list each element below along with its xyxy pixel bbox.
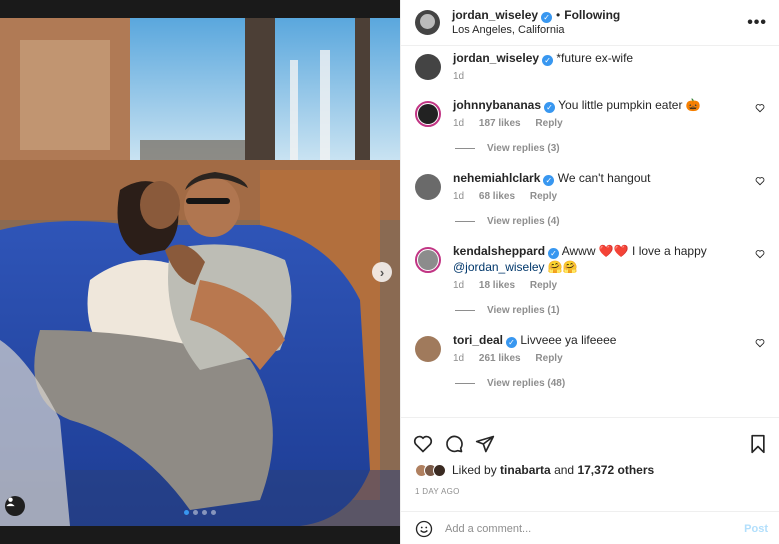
heart-icon[interactable] [755, 249, 765, 259]
post-location[interactable]: Los Angeles, California [452, 23, 747, 38]
caption-text: *future ex-wife [556, 51, 634, 65]
likes-summary: Liked by tinabarta and 17,372 others [401, 463, 779, 477]
reply-button[interactable]: Reply [530, 280, 557, 291]
avatar[interactable] [415, 247, 441, 273]
view-replies-button[interactable]: View replies (48) [455, 378, 765, 389]
comment-username[interactable]: jordan_wiseley [453, 51, 539, 65]
comment-username[interactable]: nehemiahlclark [453, 171, 540, 185]
comment-item: tori_deal ✓ Livveee ya lifeeee 1d 261 lik… [415, 332, 765, 364]
user-tags-button[interactable] [5, 496, 25, 516]
comment-likes[interactable]: 261 likes [479, 353, 521, 364]
comment-icon[interactable] [444, 434, 464, 454]
carousel-dot [211, 510, 216, 515]
author-username[interactable]: jordan_wiseley [452, 8, 538, 22]
comment-item: nehemiahlclark ✓ We can't hangout 1d 68 l… [415, 170, 765, 202]
post-side-panel: jordan_wiseley ✓ • Following Los Angeles, C… [400, 0, 779, 544]
verified-badge-icon: ✓ [548, 248, 560, 259]
heart-icon[interactable] [755, 338, 765, 348]
post-header: jordan_wiseley ✓ • Following Los Angeles, C… [401, 0, 779, 46]
carousel-dot [202, 510, 207, 515]
author-avatar[interactable] [415, 10, 440, 35]
avatar[interactable] [415, 101, 441, 127]
comment-time: 1d [453, 280, 465, 291]
like-heart-icon[interactable] [413, 434, 433, 454]
liker-avatars [415, 463, 446, 477]
verified-badge-icon: ✓ [542, 55, 554, 66]
avatar [433, 463, 446, 477]
verified-badge-icon: ✓ [544, 102, 556, 113]
verified-badge-icon: ✓ [506, 337, 518, 348]
action-bar [401, 418, 779, 458]
chevron-right-icon: › [379, 264, 385, 280]
comment-text: You little pumpkin eater 🎃 [558, 98, 701, 112]
add-comment-input[interactable] [445, 522, 745, 535]
add-comment-bar: Post [401, 511, 779, 544]
mention-link[interactable]: @jordan_wiseley [453, 260, 545, 274]
comment-time: 1d [453, 191, 465, 202]
reply-button[interactable]: Reply [530, 191, 557, 202]
bookmark-icon[interactable] [748, 434, 768, 454]
post-comment-button[interactable]: Post [744, 523, 768, 535]
post-photo[interactable]: › [0, 0, 400, 544]
next-slide-button[interactable]: › [372, 262, 392, 282]
carousel-indicator [184, 510, 216, 515]
reply-button[interactable]: Reply [535, 353, 562, 364]
user-tag-icon [6, 497, 15, 507]
following-button[interactable]: Following [564, 8, 620, 22]
comment-text: Livveee ya lifeeee [520, 333, 617, 347]
post-timestamp[interactable]: 1 DAY AGO [401, 487, 779, 496]
author-info: jordan_wiseley ✓ • Following Los Angeles, C… [452, 8, 747, 38]
post-actions: Liked by tinabarta and 17,372 others 1 D… [401, 417, 779, 544]
comment-time: 1d [453, 71, 465, 82]
comments-list: jordan_wiseley ✓ *future ex-wife 1d johnn… [401, 46, 779, 416]
avatar[interactable] [415, 174, 441, 200]
view-replies-button[interactable]: View replies (4) [455, 216, 765, 227]
avatar[interactable] [415, 336, 441, 362]
view-replies-button[interactable]: View replies (3) [455, 143, 765, 154]
share-icon[interactable] [475, 434, 495, 454]
comment-item: kendalsheppard ✓ Awww ❤️❤️ I love a happy… [415, 243, 765, 291]
more-horizontal-icon[interactable]: ••• [747, 14, 767, 32]
carousel-dot [193, 510, 198, 515]
comment-likes[interactable]: 68 likes [479, 191, 515, 202]
comment-username[interactable]: johnnybananas [453, 98, 541, 112]
comment-likes[interactable]: 18 likes [479, 280, 515, 291]
likes-count-link[interactable]: 17,372 others [577, 463, 654, 477]
comment-time: 1d [453, 353, 465, 364]
comment-username[interactable]: kendalsheppard [453, 244, 545, 258]
post-caption: jordan_wiseley ✓ *future ex-wife 1d [415, 46, 765, 82]
comment-item: johnnybananas ✓ You little pumpkin eater … [415, 97, 765, 129]
liker-username[interactable]: tinabarta [500, 463, 551, 477]
avatar[interactable] [415, 54, 441, 80]
photo-scene [0, 0, 400, 544]
separator: • [556, 7, 561, 22]
comment-text-continued: 🤗🤗 [544, 260, 578, 274]
carousel-dot [184, 510, 189, 515]
heart-icon[interactable] [755, 103, 765, 113]
comment-username[interactable]: tori_deal [453, 333, 503, 347]
view-replies-button[interactable]: View replies (1) [455, 305, 765, 316]
comment-text: Awww ❤️❤️ I love a happy [561, 244, 707, 258]
emoji-icon[interactable] [415, 520, 433, 538]
heart-icon[interactable] [755, 176, 765, 186]
verified-badge-icon: ✓ [543, 175, 555, 186]
comment-text: We can't hangout [557, 171, 651, 185]
comment-time: 1d [453, 118, 465, 129]
reply-button[interactable]: Reply [535, 118, 562, 129]
verified-badge-icon: ✓ [541, 11, 553, 23]
comment-likes[interactable]: 187 likes [479, 118, 521, 129]
